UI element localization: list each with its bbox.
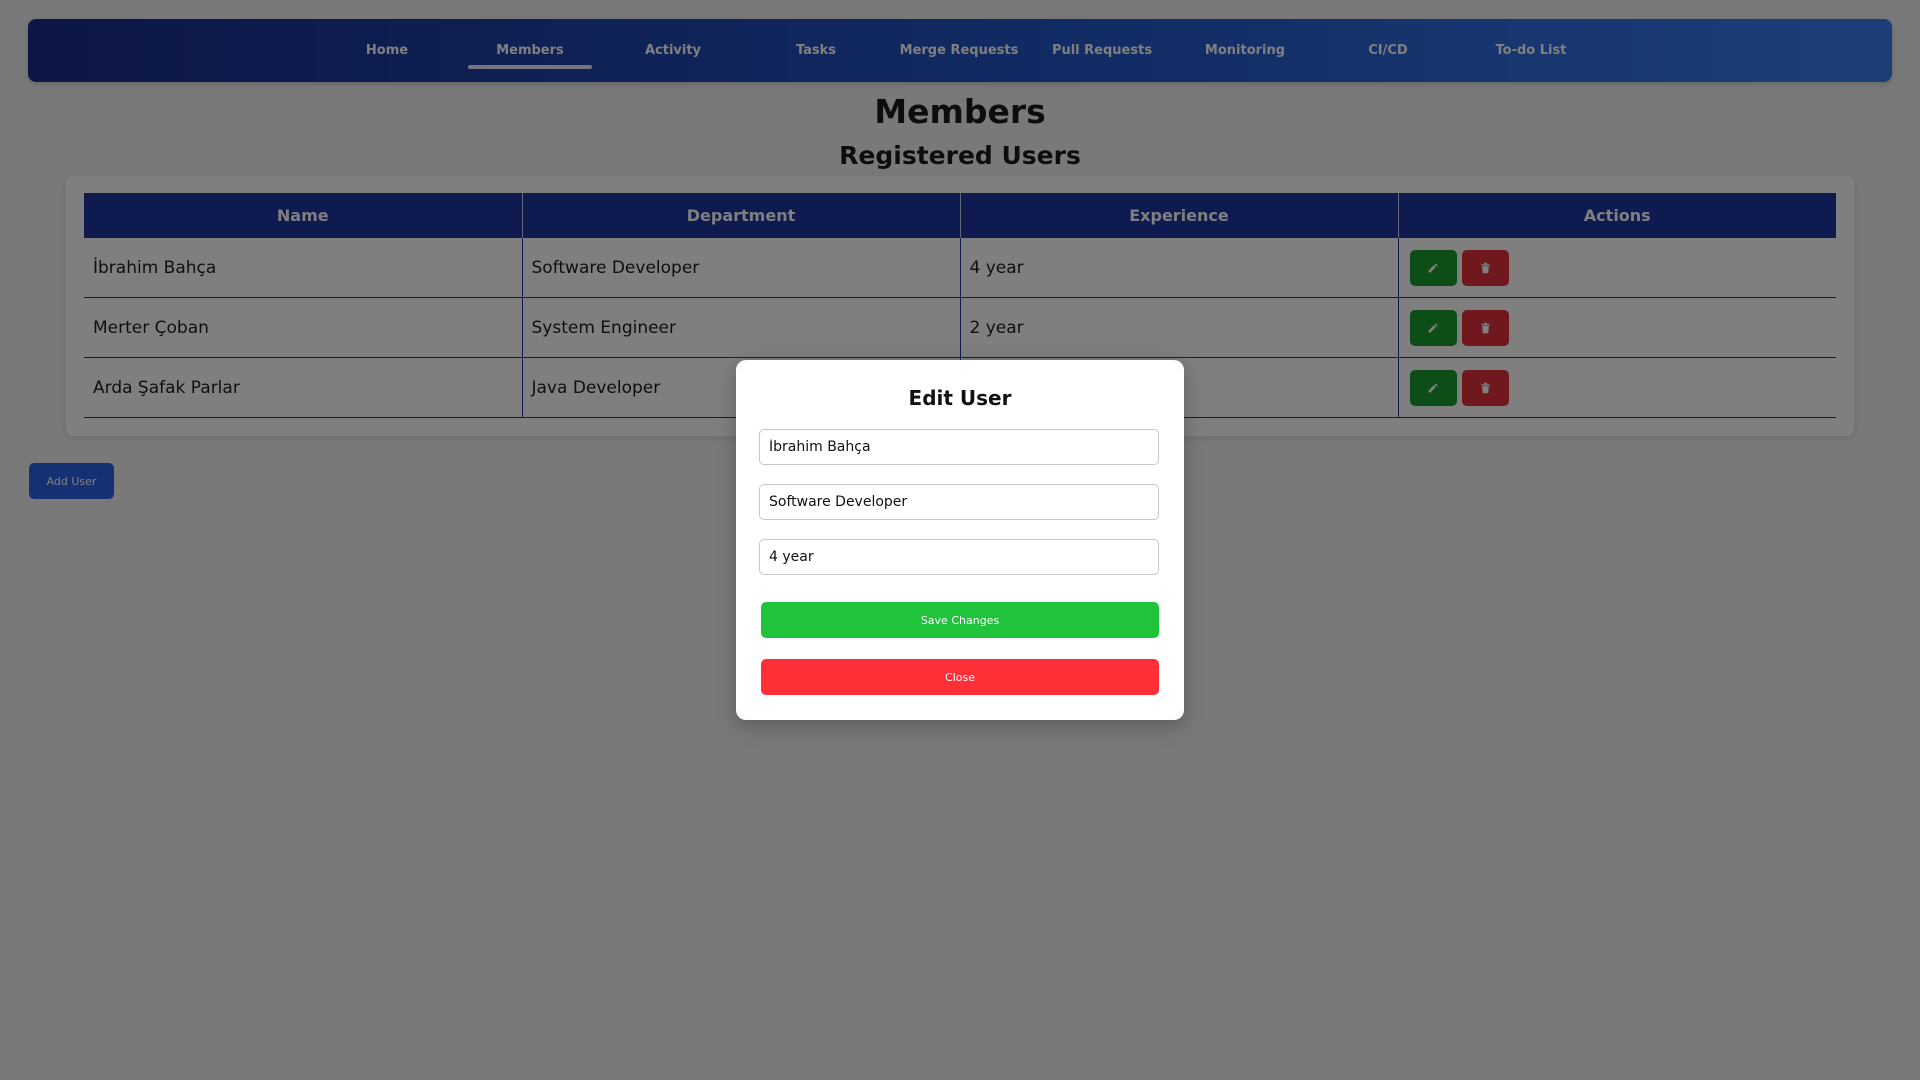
- modal-title: Edit User: [908, 386, 1012, 410]
- experience-input[interactable]: [759, 539, 1159, 575]
- edit-user-modal: Edit User Save Changes Close: [736, 360, 1184, 720]
- name-input[interactable]: [759, 429, 1159, 465]
- save-changes-button[interactable]: Save Changes: [761, 602, 1159, 638]
- department-input[interactable]: [759, 484, 1159, 520]
- close-button[interactable]: Close: [761, 659, 1159, 695]
